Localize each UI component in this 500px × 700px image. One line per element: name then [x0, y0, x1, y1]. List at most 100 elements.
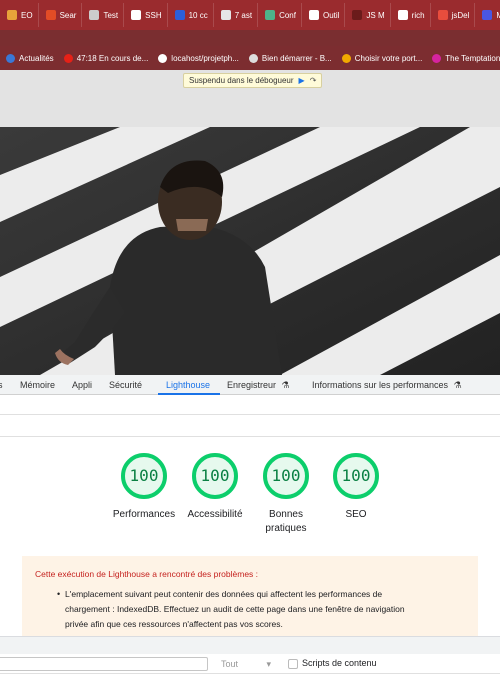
browser-tab-label: rich [411, 10, 425, 20]
warning-line: L'emplacement suivant peut contenir des … [65, 589, 383, 599]
browser-tab[interactable]: Outil [304, 3, 346, 27]
news-icon [6, 53, 15, 63]
bookmark-label: locahost/projetph... [171, 53, 239, 63]
browser-toolbar [0, 30, 500, 46]
bookmark-label: Bien démarrer - B... [261, 53, 332, 63]
bookmark-item[interactable]: Actualités [6, 53, 54, 63]
score-value: 100 [271, 466, 301, 485]
score-label-best-practices: Bonnes pratiques [246, 508, 326, 536]
browser-tab[interactable]: JS M [347, 3, 391, 27]
browser-tab-label: EO [21, 10, 33, 20]
browser-tab-label: SSH [145, 10, 162, 20]
page-icon [248, 53, 258, 63]
score-label-accessibility: Accessibilité [187, 509, 243, 520]
browser-tab[interactable]: EO [2, 3, 39, 27]
github-icon [131, 10, 142, 20]
log-level-select[interactable]: Tout ▾ [215, 657, 277, 671]
console-drawer-header [0, 636, 500, 654]
tilde-favicon [220, 10, 231, 20]
bookmark-item[interactable]: The Temptations (... [432, 53, 500, 63]
score-value: 100 [341, 466, 371, 485]
browser-tab-strip: EO Sear Test SSH 10 cc 7 ast Conf Outil JS M rich… [0, 0, 500, 30]
browser-tab-label: 10 cc [188, 10, 208, 20]
search-favicon [45, 10, 56, 20]
console-filter-input[interactable] [0, 657, 208, 671]
devtools-tab-memory[interactable]: Mémoire [20, 380, 55, 390]
google-icon [308, 10, 319, 20]
score-label-line: Bonnes [269, 509, 303, 520]
browser-tab[interactable]: 10 cc [170, 3, 214, 27]
score-label-seo: SEO [345, 509, 367, 520]
m-favicon [482, 10, 493, 20]
bookmark-label: Choisir votre port... [354, 53, 423, 63]
debugger-paused-banner: Suspendu dans le débogueur ▶ ↷ [183, 73, 323, 88]
warning-message: L'emplacement suivant peut contenir des … [65, 587, 460, 632]
devtools-tab-security[interactable]: Sécurité [109, 380, 142, 390]
bookmark-item[interactable]: locahost/projetph... [158, 53, 239, 63]
browser-tab[interactable]: SSH [126, 3, 168, 27]
js-favicon [352, 10, 363, 20]
browser-tab[interactable]: Conf [260, 3, 302, 27]
hero-image [0, 127, 500, 375]
browser-tab-label: jsDel [451, 10, 470, 20]
browser-tab-label: Minif [496, 10, 500, 20]
lighthouse-warning-box: Cette exécution de Lighthouse a rencontr… [22, 556, 478, 636]
youtube-icon [63, 53, 73, 63]
flask-icon: ⚗ [281, 380, 290, 390]
score-gauge-seo[interactable]: 100 [332, 452, 380, 500]
content-scripts-label: Scripts de contenu [302, 658, 377, 668]
warning-line: chargement : IndexedDB. Effectuez un aud… [65, 604, 405, 614]
browser-tab[interactable]: 7 ast [216, 3, 259, 27]
console-output[interactable] [0, 675, 500, 700]
resume-icon[interactable]: ▶ [299, 76, 305, 85]
warning-line: privée afin que ces ressources n'affecte… [65, 619, 283, 629]
devtools-tab-application[interactable]: Appli [72, 380, 92, 390]
bookmark-label: Actualités [19, 53, 54, 63]
lighthouse-toolbar [0, 395, 500, 415]
folder-favicon [89, 10, 100, 20]
instagram-icon [432, 53, 442, 63]
content-scripts-checkbox[interactable] [288, 659, 298, 669]
score-gauge-performance[interactable]: 100 [120, 452, 168, 500]
devtools-tab-lighthouse[interactable]: Lighthouse [166, 380, 210, 390]
bitcoin-icon [341, 53, 351, 63]
browser-tab-label: Conf [279, 10, 296, 20]
google-icon [397, 10, 408, 20]
page-viewport: Suspendu dans le débogueur ▶ ↷ [0, 70, 500, 375]
bookmark-item[interactable]: Choisir votre port... [341, 53, 423, 63]
bullet-icon: • [57, 589, 61, 599]
browser-tab-label: Sear [59, 10, 77, 20]
browser-tab-label: 7 ast [234, 10, 253, 20]
bookmark-label: The Temptations (... [445, 53, 500, 63]
seo-favicon [7, 10, 17, 20]
debugger-paused-text: Suspendu dans le débogueur [189, 76, 294, 85]
score-gauge-best-practices[interactable]: 100 [262, 452, 310, 500]
browser-tab-label: Outil [322, 10, 340, 20]
browser-tab-label: Test [103, 10, 119, 20]
devtools-tab-partial[interactable]: s [0, 380, 3, 390]
globe-icon [158, 53, 168, 63]
devtools-tab-performance-insights[interactable]: Informations sur les performances ⚗ [312, 380, 462, 391]
score-gauge-accessibility[interactable]: 100 [191, 452, 239, 500]
step-over-icon[interactable]: ↷ [310, 76, 317, 85]
score-value: 100 [129, 466, 159, 485]
log-level-value: Tout [221, 659, 239, 669]
jsdelivr-favicon [437, 10, 448, 20]
devtools-tab-recorder[interactable]: Enregistreur ⚗ [227, 380, 290, 391]
bookmark-item[interactable]: 47:18 En cours de... [63, 53, 148, 63]
chevron-down-icon: ▾ [266, 658, 271, 669]
browser-tab[interactable]: jsDel [433, 3, 476, 27]
recorder-tab-label: Enregistreur [227, 380, 277, 390]
browser-tab[interactable]: Minif [477, 3, 500, 27]
bookmark-item[interactable]: Bien démarrer - B... [248, 53, 332, 63]
score-value: 100 [200, 466, 230, 485]
browser-tab[interactable]: Sear [41, 3, 83, 27]
bookmarks-bar: Actualités 47:18 En cours de... locahost/p… [0, 46, 500, 70]
score-label-line: pratiques [265, 523, 307, 534]
browser-tab[interactable]: Test [84, 3, 125, 27]
score-label-performance: Performances [112, 509, 176, 520]
warning-title: Cette exécution de Lighthouse a rencontr… [35, 569, 259, 579]
browser-tab[interactable]: rich [393, 3, 431, 27]
crosswalk-photo [0, 127, 500, 375]
flask-icon: ⚗ [453, 380, 462, 390]
